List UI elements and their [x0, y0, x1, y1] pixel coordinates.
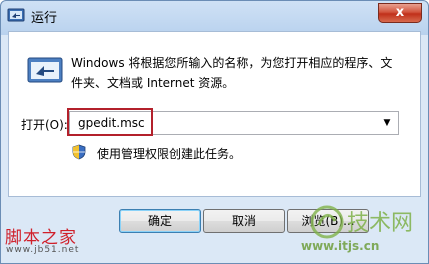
cancel-button[interactable]: 取消 — [203, 209, 285, 233]
open-label: 打开(O): — [21, 118, 68, 132]
command-input[interactable]: gpedit.msc — [78, 116, 145, 130]
watermark-right-url: www.itjs.cn — [301, 239, 380, 253]
uac-shield-icon — [72, 144, 86, 160]
admin-note: 使用管理权限创建此任务。 — [97, 147, 242, 161]
window-title: 运行 — [31, 11, 58, 26]
dropdown-arrow-icon[interactable]: ▼ — [380, 116, 394, 130]
close-button[interactable]: x — [378, 3, 422, 23]
run-program-icon — [27, 57, 63, 83]
watermark-logo: 技术网 — [311, 205, 413, 239]
ok-button[interactable]: 确定 — [119, 209, 201, 233]
close-icon: x — [395, 5, 405, 20]
run-app-icon — [7, 8, 25, 22]
command-combobox[interactable]: gpedit.msc ▼ — [69, 111, 399, 135]
watermark-logo-text: 技术网 — [347, 211, 413, 236]
dialog-content: Windows 将根据您所输入的名称，为您打开相应的程序、文件夹、文档或 Int… — [8, 31, 421, 197]
watermark-site-url: www.jb51.net — [6, 245, 80, 255]
dialog-description: Windows 将根据您所输入的名称，为您打开相应的程序、文件夹、文档或 Int… — [71, 56, 393, 90]
title-bar[interactable]: 运行 x — [1, 1, 428, 31]
run-dialog-window: 运行 x Windows 将根据您所输入的名称，为您打开相应的程序、文件夹、文档… — [0, 0, 429, 264]
